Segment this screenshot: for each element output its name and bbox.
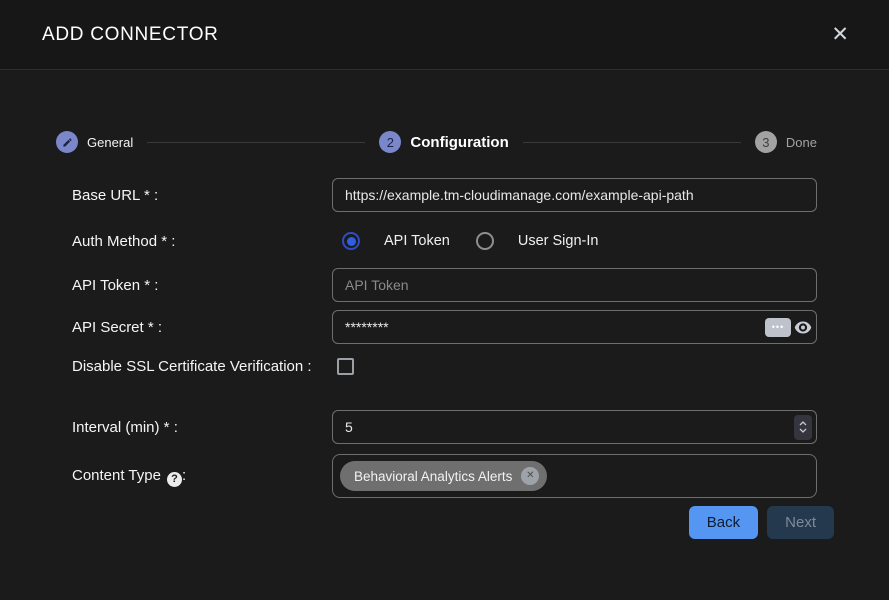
radio-label-api-token: API Token <box>384 233 450 249</box>
step-done[interactable]: 3 Done <box>755 131 817 153</box>
step-general-circle <box>56 131 78 153</box>
interval-stepper <box>794 415 812 440</box>
step-done-circle: 3 <box>755 131 777 153</box>
content-type-chip: Behavioral Analytics Alerts ✕ <box>340 461 547 491</box>
step-configuration[interactable]: 2 Configuration <box>379 131 508 153</box>
modal-footer-buttons: Back Next <box>72 506 834 539</box>
next-button[interactable]: Next <box>767 506 834 539</box>
api-token-label: API Token * : <box>72 275 332 296</box>
ssl-verification-row: Disable SSL Certificate Verification : <box>72 356 817 400</box>
credentials-dots-button[interactable]: ••• <box>765 318 791 337</box>
api-secret-label: API Secret * : <box>72 317 332 338</box>
close-button[interactable]: ✕ <box>829 22 851 47</box>
step-done-label: Done <box>786 135 817 150</box>
step-configuration-label: Configuration <box>410 134 508 151</box>
auth-method-label: Auth Method * : <box>72 231 332 252</box>
add-connector-modal: ADD CONNECTOR ✕ General 2 Configuration <box>0 0 889 600</box>
api-secret-row: API Secret * : ••• <box>72 310 817 344</box>
content-type-row: Content Type?: Behavioral Analytics Aler… <box>72 454 817 498</box>
content-type-input[interactable]: Behavioral Analytics Alerts ✕ <box>332 454 817 498</box>
modal-header: ADD CONNECTOR ✕ <box>0 0 889 70</box>
modal-body: General 2 Configuration 3 Done Base URL … <box>0 70 889 539</box>
step-configuration-circle: 2 <box>379 131 401 153</box>
radio-option-user-sign-in[interactable]: User Sign-In <box>476 232 599 250</box>
chip-remove-icon: ✕ <box>526 471 534 481</box>
auth-method-row: Auth Method * : API Token User Sign-In <box>72 224 817 258</box>
radio-icon-unselected <box>476 232 494 250</box>
step-general-label: General <box>87 135 133 150</box>
content-type-label: Content Type?: <box>72 465 332 487</box>
api-token-input[interactable] <box>332 268 817 302</box>
pencil-icon <box>62 137 73 148</box>
chevron-up-icon <box>799 421 807 426</box>
interval-row: Interval (min) * : <box>72 410 817 444</box>
eye-icon <box>794 321 812 334</box>
connector-form: Base URL * : Auth Method * : API Token <box>72 178 817 539</box>
chip-label: Behavioral Analytics Alerts <box>354 469 512 484</box>
interval-input[interactable] <box>332 410 817 444</box>
radio-option-api-token[interactable]: API Token <box>342 232 450 250</box>
step-general[interactable]: General <box>56 131 133 153</box>
back-button[interactable]: Back <box>689 506 758 539</box>
show-secret-button[interactable] <box>794 321 812 334</box>
stepper-connector <box>523 142 741 143</box>
stepper-up-button[interactable] <box>799 421 807 426</box>
auth-method-radio-group: API Token User Sign-In <box>332 232 598 250</box>
stepper-down-button[interactable] <box>799 428 807 433</box>
close-icon: ✕ <box>831 23 849 46</box>
api-token-row: API Token * : <box>72 268 817 302</box>
radio-label-user-sign-in: User Sign-In <box>518 233 599 249</box>
ellipsis-icon: ••• <box>772 323 784 332</box>
ssl-verification-checkbox[interactable] <box>337 358 354 375</box>
chip-remove-button[interactable]: ✕ <box>521 467 539 485</box>
modal-title: ADD CONNECTOR <box>42 24 219 46</box>
base-url-row: Base URL * : <box>72 178 817 212</box>
api-secret-input[interactable] <box>332 310 817 344</box>
interval-label: Interval (min) * : <box>72 417 332 438</box>
stepper-connector <box>147 142 365 143</box>
chevron-down-icon <box>799 428 807 433</box>
stepper: General 2 Configuration 3 Done <box>56 130 817 154</box>
base-url-input[interactable] <box>332 178 817 212</box>
ssl-verification-label: Disable SSL Certificate Verification : <box>72 356 332 377</box>
base-url-label: Base URL * : <box>72 185 332 206</box>
radio-icon-selected <box>342 232 360 250</box>
help-icon[interactable]: ? <box>167 472 182 487</box>
